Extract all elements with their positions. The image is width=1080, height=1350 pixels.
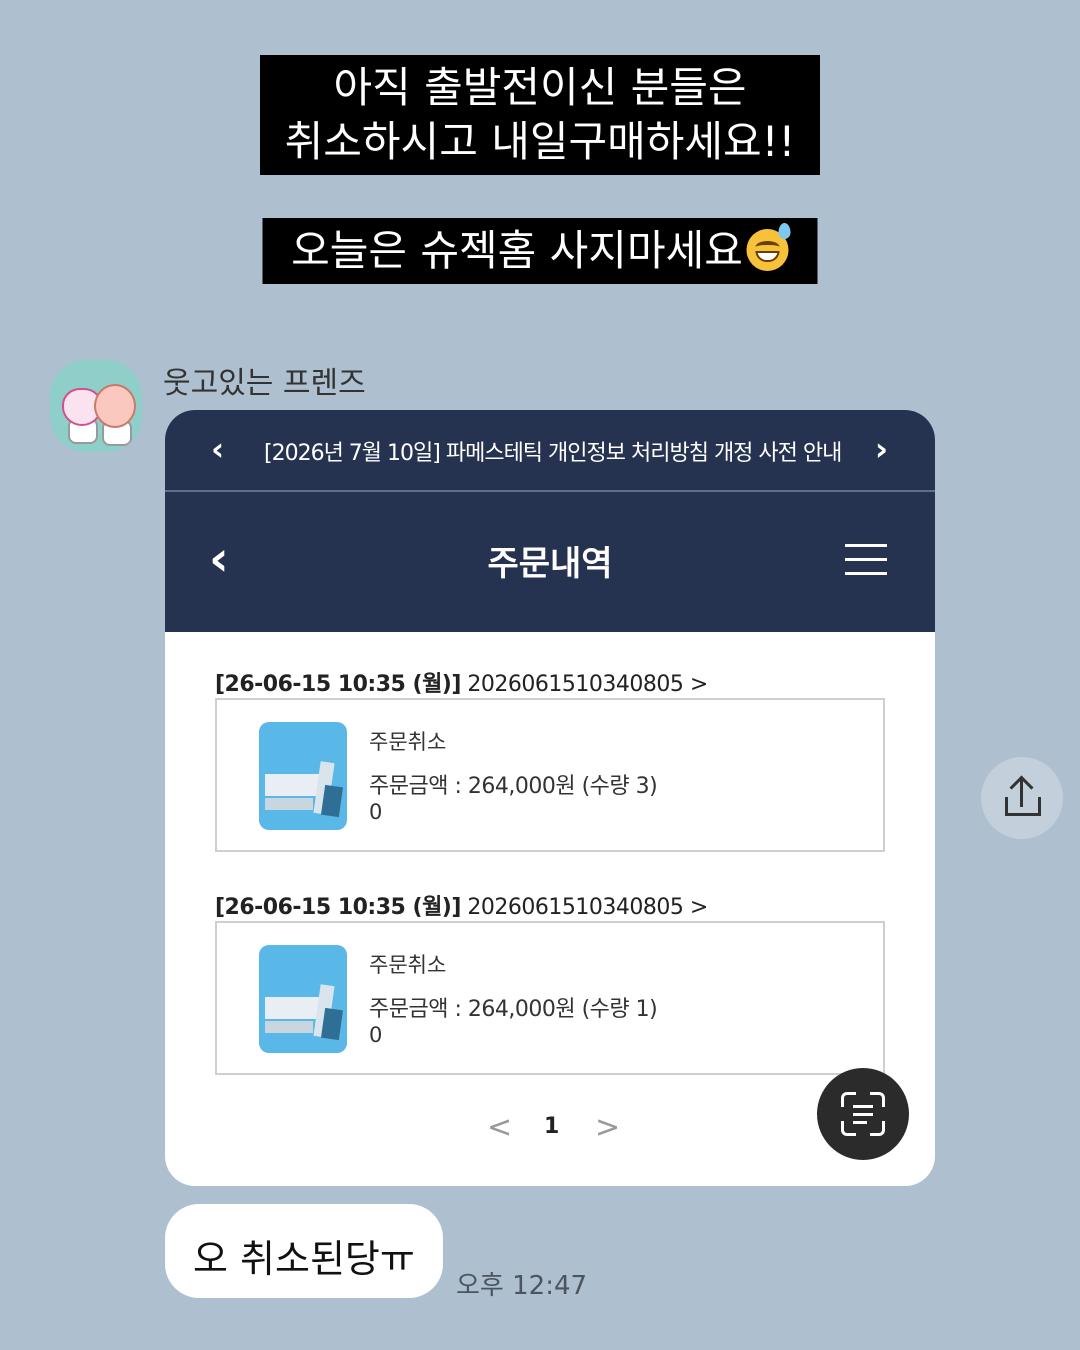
order-number[interactable]: 2026061510340805 > <box>467 672 708 697</box>
pager-current-page[interactable]: 1 <box>544 1114 559 1139</box>
notice-text[interactable]: [2026년 7월 10일] 파메스테틱 개인정보 처리방침 개정 사전 안내 <box>264 435 842 467</box>
caption-box-1: 아직 출발전이신 분들은 취소하시고 내일구매하세요!! <box>260 55 820 175</box>
caption-line-1: 아직 출발전이신 분들은 <box>333 63 747 112</box>
avatar[interactable] <box>50 360 142 452</box>
product-thumbnail <box>259 945 347 1053</box>
reply-message-bubble[interactable]: 오 취소된당ㅠ <box>165 1204 443 1298</box>
notice-bar: ‹ [2026년 7월 10일] 파메스테틱 개인정보 처리방침 개정 사전 안… <box>165 410 935 490</box>
reply-message-text: 오 취소된당ㅠ <box>193 1237 415 1281</box>
order-header[interactable]: [26-06-15 10:35 (월)] 2026061510340805 > <box>215 889 708 921</box>
text-scan-icon <box>841 1092 885 1136</box>
pager-next-icon[interactable]: > <box>595 1110 620 1145</box>
order-item[interactable]: 주문취소 주문금액 : 264,000원 (수량 1) 0 <box>215 921 885 1075</box>
order-date: [26-06-15 10:35 (월)] <box>215 672 461 697</box>
order-status: 주문취소 <box>369 730 447 754</box>
notice-next-icon[interactable]: › <box>875 430 888 468</box>
order-number[interactable]: 2026061510340805 > <box>467 895 708 920</box>
product-thumbnail <box>259 722 347 830</box>
order-extra-value: 0 <box>369 800 383 824</box>
sender-name: 웃고있는 프렌즈 <box>163 366 366 401</box>
order-amount: 주문금액 : 264,000원 (수량 3) <box>369 774 658 799</box>
order-item[interactable]: 주문취소 주문금액 : 264,000원 (수량 3) 0 <box>215 698 885 852</box>
notice-prev-icon[interactable]: ‹ <box>211 430 224 468</box>
order-extra-value: 0 <box>369 1023 383 1047</box>
text-scan-button[interactable] <box>817 1068 909 1160</box>
order-header[interactable]: [26-06-15 10:35 (월)] 2026061510340805 > <box>215 666 708 698</box>
share-button[interactable] <box>981 757 1063 839</box>
caption-line-2: 취소하시고 내일구매하세요!! <box>284 117 796 166</box>
order-amount: 주문금액 : 264,000원 (수량 1) <box>369 997 658 1022</box>
caption-box-2: 오늘은 슈젝홈 사지마세요 <box>262 218 818 284</box>
order-date: [26-06-15 10:35 (월)] <box>215 895 461 920</box>
grinning-sweat-emoji-icon <box>746 223 791 271</box>
shared-image-message[interactable]: ‹ [2026년 7월 10일] 파메스테틱 개인정보 처리방침 개정 사전 안… <box>165 410 935 1186</box>
hamburger-menu-icon[interactable] <box>845 544 887 576</box>
caption-line-3: 오늘은 슈젝홈 사지마세요 <box>291 226 743 275</box>
order-status: 주문취소 <box>369 953 447 977</box>
pager-prev-icon[interactable]: < <box>487 1110 512 1145</box>
page-title: 주문내역 <box>487 544 613 584</box>
message-timestamp: 오후 12:47 <box>456 1271 588 1301</box>
app-header: ‹ 주문내역 <box>165 492 935 632</box>
